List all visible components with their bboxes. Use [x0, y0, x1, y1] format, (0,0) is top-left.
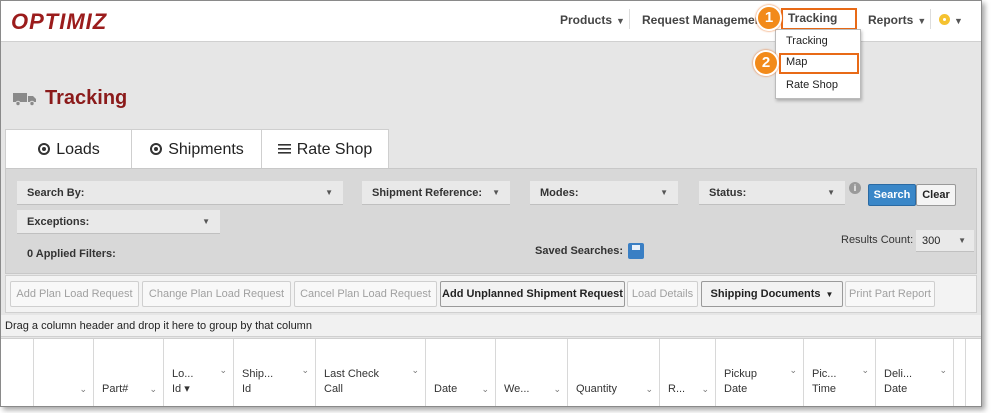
applied-filters-label: 0 Applied Filters:	[27, 248, 116, 260]
column-header[interactable]	[1, 339, 34, 406]
settings-menu[interactable]: ▼	[939, 13, 963, 27]
chevron-down-icon: ▼	[917, 16, 927, 26]
chevron-down-icon: ⌄	[481, 384, 489, 394]
chevron-down-icon: ▼	[958, 236, 966, 245]
action-toolbar: Add Plan Load Request Change Plan Load R…	[5, 275, 977, 313]
search-by-select[interactable]: Search By: ▼	[17, 181, 343, 205]
column-header-weight[interactable]: We... ⌄	[496, 339, 568, 406]
chevron-down-icon: ⌄	[149, 384, 157, 394]
truck-icon	[13, 93, 36, 106]
save-icon[interactable]	[628, 243, 644, 259]
tab-rate-shop[interactable]: Rate Shop	[261, 129, 389, 168]
grid-header: ⌄ Part# ⌄ Lo... Id ▾ ⌄ Ship... Id ⌄ Last Chec…	[1, 338, 981, 406]
column-header-load-id[interactable]: Lo... Id ▾ ⌄	[164, 339, 234, 406]
chevron-down-icon: ▼	[827, 188, 835, 197]
column-header[interactable]: ⌄	[34, 339, 94, 406]
chevron-down-icon: ⌄	[939, 365, 947, 375]
tab-loads[interactable]: Loads	[5, 129, 133, 168]
status-select[interactable]: Status: ▼	[699, 181, 845, 205]
nav-request-management[interactable]: Request Management	[642, 13, 766, 27]
gear-icon	[939, 14, 950, 25]
column-header-date[interactable]: Date ⌄	[426, 339, 496, 406]
logo: OPTIMIZ	[11, 9, 108, 34]
chevron-down-icon: ▼	[325, 188, 333, 197]
load-details-button[interactable]: Load Details	[627, 281, 698, 307]
add-unplanned-shipment-request-button[interactable]: Add Unplanned Shipment Request	[440, 281, 625, 307]
column-header-part[interactable]: Part# ⌄	[94, 339, 164, 406]
menu-item-tracking[interactable]: Tracking	[786, 35, 828, 47]
nav-divider	[930, 9, 931, 29]
chevron-down-icon: ⌄	[553, 384, 561, 394]
chevron-down-icon: ⌄	[645, 384, 653, 394]
tab-shipments[interactable]: Shipments	[131, 129, 263, 168]
column-header-quantity[interactable]: Quantity ⌄	[568, 339, 660, 406]
modes-select[interactable]: Modes: ▼	[530, 181, 678, 205]
menu-item-map[interactable]: Map	[786, 56, 807, 68]
chevron-down-icon: ⌄	[789, 365, 797, 375]
hamburger-icon	[277, 144, 291, 154]
column-header-delivery-date[interactable]: Deli... Date ⌄	[876, 339, 954, 406]
nav-divider	[629, 9, 630, 29]
menu-item-rate-shop[interactable]: Rate Shop	[786, 79, 838, 91]
nav-products[interactable]: Products ▼	[560, 13, 625, 27]
nav-reports[interactable]: Reports ▼	[868, 13, 926, 27]
chevron-down-icon: ⌄	[701, 384, 709, 394]
column-header-last-check-call[interactable]: Last Check Call ⌄	[316, 339, 426, 406]
chevron-down-icon: ⌄	[861, 365, 869, 375]
group-by-drop-zone[interactable]: Drag a column header and drop it here to…	[1, 315, 981, 337]
callout-badge-1: 1	[756, 5, 782, 31]
results-count-label: Results Count:	[841, 234, 914, 246]
shipping-documents-button[interactable]: Shipping Documents ▼	[701, 281, 843, 307]
tracking-dropdown-menu: Tracking Map Rate Shop	[775, 29, 861, 99]
column-header-pickup-date[interactable]: Pickup Date ⌄	[716, 339, 804, 406]
saved-searches-label: Saved Searches:	[535, 245, 624, 257]
clear-button[interactable]: Clear	[916, 184, 956, 206]
radio-icon	[150, 143, 163, 155]
page-title: Tracking	[45, 87, 128, 109]
column-header-shipment-id[interactable]: Ship... Id ⌄	[234, 339, 316, 406]
chevron-down-icon: ⌄	[411, 365, 419, 375]
column-header-pickup-time[interactable]: Pic... Time ⌄	[804, 339, 876, 406]
search-button[interactable]: Search	[868, 184, 916, 206]
chevron-down-icon: ▼	[616, 16, 625, 26]
cancel-plan-load-request-button[interactable]: Cancel Plan Load Request	[294, 281, 437, 307]
chevron-down-icon: ⌄	[301, 365, 309, 375]
nav-tracking[interactable]: Tracking	[788, 11, 837, 25]
chevron-down-icon: ▼	[492, 188, 500, 197]
add-plan-load-request-button[interactable]: Add Plan Load Request	[10, 281, 139, 307]
chevron-down-icon: ⌄	[219, 365, 227, 375]
info-icon[interactable]: i	[849, 182, 861, 194]
chevron-down-icon: ▼	[202, 217, 210, 226]
app-window: OPTIMIZ Products ▼ Request Management Tra…	[0, 0, 982, 407]
callout-badge-2: 2	[753, 50, 779, 76]
chevron-down-icon: ▼	[825, 290, 834, 299]
exceptions-select[interactable]: Exceptions: ▼	[17, 210, 220, 234]
change-plan-load-request-button[interactable]: Change Plan Load Request	[142, 281, 291, 307]
radio-icon	[38, 143, 51, 155]
chevron-down-icon: ⌄	[79, 384, 87, 394]
column-header-r[interactable]: R... ⌄	[660, 339, 716, 406]
results-count-select[interactable]: 300 ▼	[916, 230, 974, 252]
column-header[interactable]	[954, 339, 966, 406]
chevron-down-icon: ▼	[660, 188, 668, 197]
chevron-down-icon: ▼	[954, 16, 963, 26]
print-part-report-button[interactable]: Print Part Report	[845, 281, 935, 307]
shipment-reference-select[interactable]: Shipment Reference: ▼	[362, 181, 510, 205]
